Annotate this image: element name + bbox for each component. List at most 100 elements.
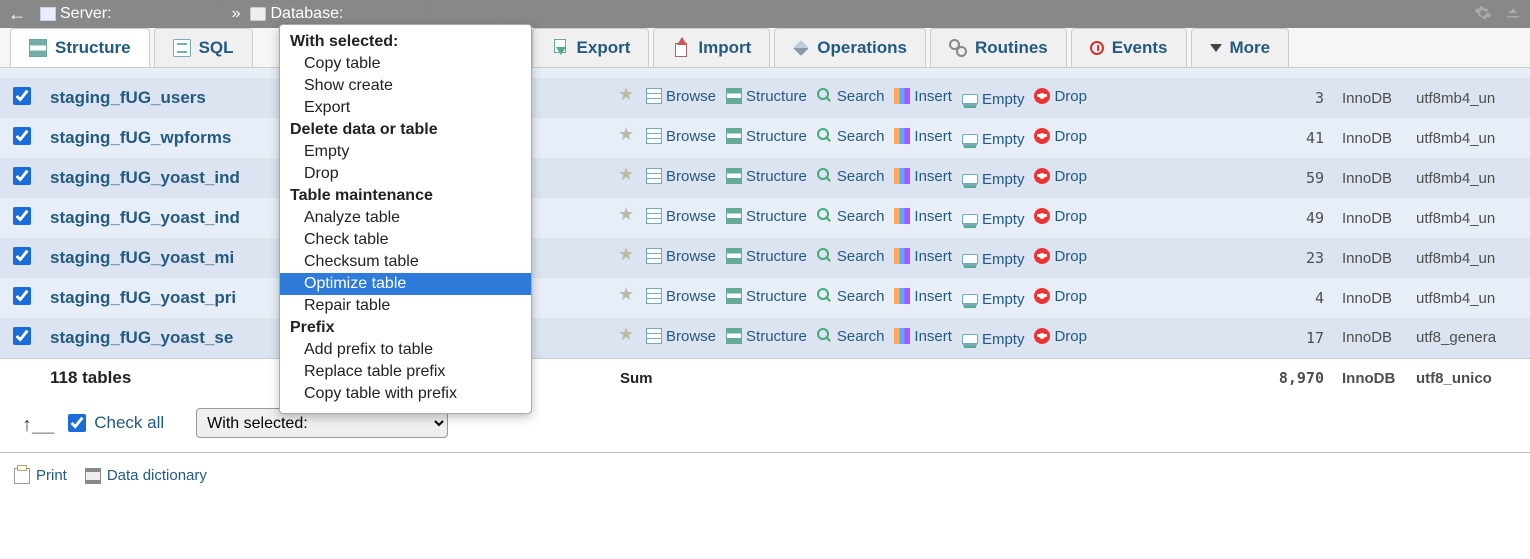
action-drop[interactable]: Drop	[1034, 208, 1087, 225]
action-empty[interactable]: Empty	[962, 251, 1025, 268]
browse-icon	[646, 208, 662, 224]
tab-structure[interactable]: Structure	[10, 28, 150, 67]
action-structure[interactable]: Structure	[726, 248, 807, 265]
tab-import[interactable]: Import	[653, 28, 770, 67]
empty-icon	[962, 174, 978, 184]
tab-sql[interactable]: SQL	[154, 28, 253, 67]
action-structure[interactable]: Structure	[726, 328, 807, 345]
star-icon	[620, 248, 636, 264]
favorite-toggle[interactable]	[620, 288, 636, 304]
ctx-show-create[interactable]: Show create	[280, 75, 531, 97]
gear-icon[interactable]	[1474, 4, 1492, 22]
ctx-copy-table[interactable]: Copy table	[280, 53, 531, 75]
print-link[interactable]: Print	[14, 467, 67, 484]
action-empty[interactable]: Empty	[962, 91, 1025, 108]
ctx-optimize[interactable]: Optimize table	[280, 273, 531, 295]
ctx-check[interactable]: Check table	[280, 229, 531, 251]
action-search[interactable]: Search	[817, 168, 885, 185]
ctx-empty[interactable]: Empty	[280, 141, 531, 163]
action-structure[interactable]: Structure	[726, 128, 807, 145]
action-empty[interactable]: Empty	[962, 171, 1025, 188]
action-insert[interactable]: Insert	[894, 88, 952, 105]
row-checkbox[interactable]	[13, 247, 31, 265]
breadcrumb: ← Server: » Database:	[0, 0, 1530, 28]
back-icon[interactable]: ←	[8, 4, 26, 25]
search-icon	[817, 168, 833, 184]
action-browse[interactable]: Browse	[646, 88, 716, 105]
ctx-repair[interactable]: Repair table	[280, 295, 531, 317]
row-checkbox[interactable]	[13, 127, 31, 145]
tab-events[interactable]: Events	[1071, 28, 1187, 67]
row-checkbox[interactable]	[13, 207, 31, 225]
favorite-toggle[interactable]	[620, 128, 636, 144]
action-empty[interactable]: Empty	[962, 291, 1025, 308]
action-structure[interactable]: Structure	[726, 208, 807, 225]
action-search[interactable]: Search	[817, 328, 885, 345]
action-browse[interactable]: Browse	[646, 248, 716, 265]
action-structure[interactable]: Structure	[726, 168, 807, 185]
search-icon	[817, 288, 833, 304]
ctx-analyze[interactable]: Analyze table	[280, 207, 531, 229]
action-search[interactable]: Search	[817, 288, 885, 305]
star-icon	[620, 88, 636, 104]
tab-export[interactable]: Export	[532, 28, 650, 67]
action-drop[interactable]: Drop	[1034, 328, 1087, 345]
action-browse[interactable]: Browse	[646, 328, 716, 345]
tab-operations[interactable]: Operations	[774, 28, 926, 67]
browse-icon	[646, 168, 662, 184]
action-drop[interactable]: Drop	[1034, 88, 1087, 105]
action-drop[interactable]: Drop	[1034, 168, 1087, 185]
action-search[interactable]: Search	[817, 208, 885, 225]
action-insert[interactable]: Insert	[894, 208, 952, 225]
action-search[interactable]: Search	[817, 248, 885, 265]
favorite-toggle[interactable]	[620, 168, 636, 184]
action-structure[interactable]: Structure	[726, 88, 807, 105]
sql-icon	[173, 39, 191, 57]
ctx-copy-prefix[interactable]: Copy table with prefix	[280, 383, 531, 405]
ctx-replace-prefix[interactable]: Replace table prefix	[280, 361, 531, 383]
favorite-toggle[interactable]	[620, 208, 636, 224]
action-drop[interactable]: Drop	[1034, 288, 1087, 305]
data-dictionary-link[interactable]: Data dictionary	[85, 467, 207, 484]
ctx-add-prefix[interactable]: Add prefix to table	[280, 339, 531, 361]
row-checkbox[interactable]	[13, 87, 31, 105]
favorite-toggle[interactable]	[620, 88, 636, 104]
action-drop[interactable]: Drop	[1034, 248, 1087, 265]
action-empty[interactable]: Empty	[962, 331, 1025, 348]
ctx-checksum[interactable]: Checksum table	[280, 251, 531, 273]
table-row: staging_fUG_yoast_indBrowseStructureSear…	[0, 198, 1530, 238]
action-search[interactable]: Search	[817, 88, 885, 105]
action-insert[interactable]: Insert	[894, 288, 952, 305]
import-icon	[672, 39, 690, 57]
action-drop[interactable]: Drop	[1034, 128, 1087, 145]
ctx-export[interactable]: Export	[280, 97, 531, 119]
action-browse[interactable]: Browse	[646, 168, 716, 185]
action-insert[interactable]: Insert	[894, 168, 952, 185]
action-search[interactable]: Search	[817, 128, 885, 145]
row-checkbox[interactable]	[13, 287, 31, 305]
collapse-icon[interactable]	[1504, 4, 1522, 22]
breadcrumb-separator: »	[232, 5, 241, 23]
action-empty[interactable]: Empty	[962, 211, 1025, 228]
favorite-toggle[interactable]	[620, 248, 636, 264]
action-empty[interactable]: Empty	[962, 131, 1025, 148]
check-all-label[interactable]: Check all	[68, 413, 164, 433]
action-insert[interactable]: Insert	[894, 128, 952, 145]
action-insert[interactable]: Insert	[894, 248, 952, 265]
action-structure[interactable]: Structure	[726, 288, 807, 305]
summary-sum-label: Sum	[614, 358, 1260, 398]
database-icon	[250, 7, 266, 21]
action-browse[interactable]: Browse	[646, 288, 716, 305]
favorite-toggle[interactable]	[620, 328, 636, 344]
action-browse[interactable]: Browse	[646, 128, 716, 145]
tab-more[interactable]: More	[1191, 28, 1290, 67]
empty-icon	[962, 294, 978, 304]
check-all-checkbox[interactable]	[68, 414, 86, 432]
action-insert[interactable]: Insert	[894, 328, 952, 345]
row-checkbox[interactable]	[13, 167, 31, 185]
row-checkbox[interactable]	[13, 327, 31, 345]
tab-routines[interactable]: Routines	[930, 28, 1067, 67]
server-label: Server:	[60, 5, 112, 23]
ctx-drop[interactable]: Drop	[280, 163, 531, 185]
action-browse[interactable]: Browse	[646, 208, 716, 225]
